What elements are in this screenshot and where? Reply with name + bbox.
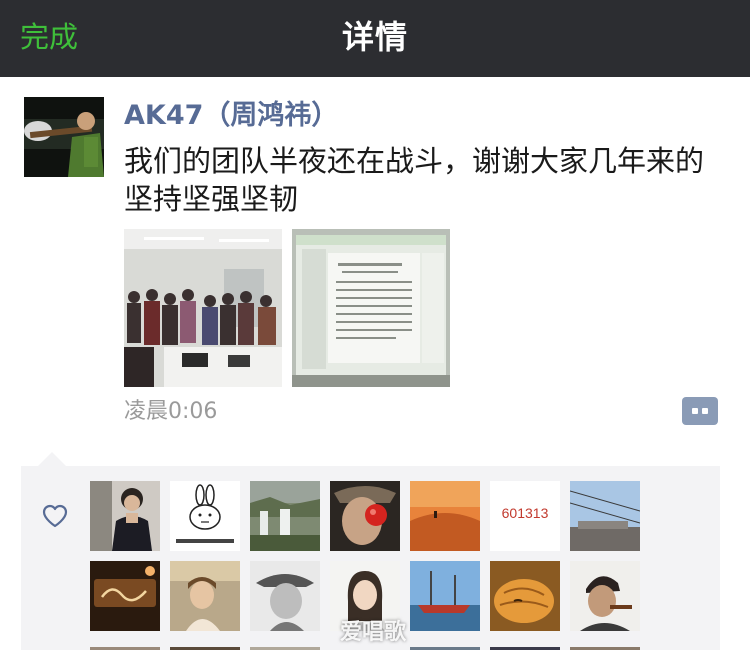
- comment-more-button[interactable]: [682, 397, 718, 425]
- liker-avatar-12[interactable]: [410, 561, 480, 631]
- liker-avatar-13[interactable]: [490, 561, 560, 631]
- liker-avatar-image: [90, 481, 160, 551]
- liker-avatar-4[interactable]: [330, 481, 400, 551]
- liker-avatar-7[interactable]: [570, 481, 640, 551]
- liker-avatar-image: [250, 481, 320, 551]
- liker-avatar-5[interactable]: [410, 481, 480, 551]
- team-photo-image: [124, 229, 282, 387]
- liker-avatar-8[interactable]: [90, 561, 160, 631]
- liker-avatar-image: [410, 561, 480, 631]
- liker-avatar-20[interactable]: [570, 641, 640, 650]
- liker-avatar-number-text: 601313: [501, 505, 549, 521]
- heart-outline-icon: [42, 504, 68, 528]
- liker-avatar-image: [330, 481, 400, 551]
- liker-avatar-10[interactable]: [250, 561, 320, 631]
- post-photo-screen[interactable]: [292, 229, 450, 387]
- author-avatar-image: [24, 97, 104, 177]
- likes-panel-caret: [38, 452, 66, 466]
- liker-avatar-image: [170, 561, 240, 631]
- liker-avatar-3[interactable]: [250, 481, 320, 551]
- post-photo-team[interactable]: [124, 229, 282, 387]
- author-name[interactable]: AK47（周鸿祎）: [124, 97, 338, 135]
- liker-avatar-image: [490, 561, 560, 631]
- dot-icon: [702, 408, 708, 414]
- liker-avatar-14[interactable]: [570, 561, 640, 631]
- liker-avatar-1[interactable]: [90, 481, 160, 551]
- liker-avatar-image: [410, 481, 480, 551]
- liker-avatar-6[interactable]: 601313: [490, 481, 560, 551]
- page-title: 详情: [341, 18, 408, 56]
- screen-photo-image: [292, 229, 450, 387]
- liker-avatar-17[interactable]: [250, 641, 320, 650]
- liker-avatar-16[interactable]: [170, 641, 240, 650]
- liker-avatar-image: [170, 481, 240, 551]
- liker-avatar-15[interactable]: [90, 641, 160, 650]
- liker-avatar-image: [250, 561, 320, 631]
- post-text: 我们的团队半夜还在战斗，谢谢大家几年来的坚持坚强坚韧: [124, 144, 705, 216]
- liker-avatar-9[interactable]: [170, 561, 240, 631]
- liker-avatar-18[interactable]: [410, 641, 480, 650]
- liker-avatar-image: [90, 561, 160, 631]
- liker-avatar-19[interactable]: [490, 641, 560, 650]
- liker-avatar-image: [570, 561, 640, 631]
- dot-icon: [692, 408, 698, 414]
- author-avatar[interactable]: [24, 97, 104, 177]
- liker-avatar-2[interactable]: [170, 481, 240, 551]
- post-timestamp: 凌晨0:06: [124, 399, 218, 424]
- watermark: 爱唱歌: [340, 620, 407, 645]
- liker-avatar-image: [570, 481, 640, 551]
- top-nav-bar: 完成 详情: [0, 0, 750, 77]
